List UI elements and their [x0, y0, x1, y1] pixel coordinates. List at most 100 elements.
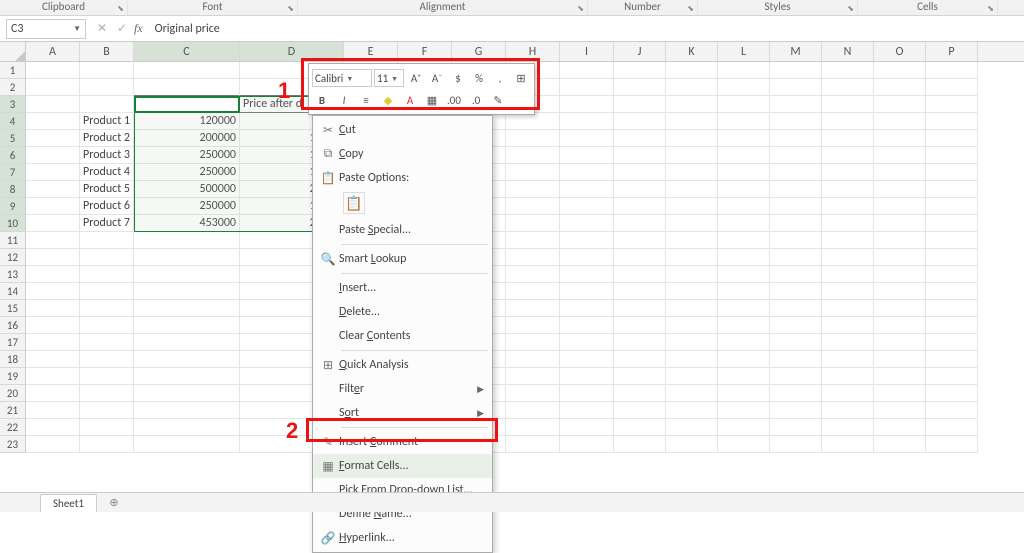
row-header[interactable]: 6	[0, 147, 25, 164]
cell[interactable]	[506, 300, 560, 317]
cell[interactable]	[822, 232, 874, 249]
cell[interactable]	[134, 334, 240, 351]
cell[interactable]: Product 6	[80, 198, 134, 215]
increase-decimal-button[interactable]: .00	[444, 90, 464, 110]
cell[interactable]	[26, 351, 80, 368]
add-sheet-button[interactable]: ⊕	[103, 496, 125, 509]
cell[interactable]	[770, 351, 822, 368]
cell[interactable]	[134, 300, 240, 317]
cell[interactable]	[770, 317, 822, 334]
cell[interactable]	[134, 283, 240, 300]
col-header-C[interactable]: C	[134, 42, 240, 61]
cell[interactable]	[770, 283, 822, 300]
mini-toolbar-btn[interactable]: A⁺	[406, 68, 426, 88]
row-header[interactable]: 18	[0, 351, 25, 368]
cell[interactable]	[80, 317, 134, 334]
cell[interactable]	[822, 96, 874, 113]
cell[interactable]	[666, 317, 718, 334]
cell[interactable]	[560, 317, 614, 334]
cell[interactable]	[718, 215, 770, 232]
cell[interactable]	[822, 436, 874, 453]
cell[interactable]	[874, 198, 926, 215]
mini-toolbar-btn[interactable]: %	[469, 68, 489, 88]
cell[interactable]	[822, 249, 874, 266]
cell[interactable]	[560, 62, 614, 79]
cell[interactable]	[926, 419, 978, 436]
cell[interactable]	[770, 215, 822, 232]
cell[interactable]	[822, 164, 874, 181]
cell[interactable]	[614, 215, 666, 232]
cell[interactable]	[770, 232, 822, 249]
cell[interactable]: Original price	[134, 96, 240, 113]
cell[interactable]	[560, 96, 614, 113]
cell[interactable]	[666, 266, 718, 283]
cell[interactable]: Product 7	[80, 215, 134, 232]
cell[interactable]	[134, 351, 240, 368]
cell[interactable]	[506, 368, 560, 385]
cell[interactable]	[80, 436, 134, 453]
cell[interactable]	[560, 249, 614, 266]
cell[interactable]	[926, 147, 978, 164]
cell[interactable]	[614, 181, 666, 198]
cell[interactable]	[874, 385, 926, 402]
cell[interactable]	[26, 266, 80, 283]
cell[interactable]	[80, 62, 134, 79]
cell[interactable]	[506, 147, 560, 164]
menu-item-insert[interactable]: Insert...	[313, 276, 492, 300]
cell[interactable]	[560, 215, 614, 232]
cell[interactable]	[666, 130, 718, 147]
cell[interactable]	[874, 147, 926, 164]
cell[interactable]	[560, 113, 614, 130]
cell[interactable]	[80, 368, 134, 385]
cell[interactable]	[26, 79, 80, 96]
cell[interactable]	[874, 232, 926, 249]
cell[interactable]	[560, 130, 614, 147]
cell[interactable]	[134, 266, 240, 283]
menu-item-cut[interactable]: ✂Cut	[313, 118, 492, 142]
cell[interactable]	[560, 283, 614, 300]
cell[interactable]	[874, 419, 926, 436]
cell[interactable]	[26, 283, 80, 300]
cell[interactable]	[614, 419, 666, 436]
col-header-M[interactable]: M	[770, 42, 822, 61]
cell[interactable]	[874, 368, 926, 385]
cell[interactable]	[614, 198, 666, 215]
cell[interactable]	[506, 334, 560, 351]
menu-item-clear-contents[interactable]: Clear Contents	[313, 324, 492, 348]
cell[interactable]	[134, 79, 240, 96]
cell[interactable]: 453000	[134, 215, 240, 232]
cell[interactable]	[560, 79, 614, 96]
cell[interactable]	[718, 368, 770, 385]
cell[interactable]	[560, 351, 614, 368]
cell[interactable]	[666, 283, 718, 300]
cell[interactable]	[718, 147, 770, 164]
cell[interactable]	[666, 300, 718, 317]
cell[interactable]	[666, 96, 718, 113]
italic-button[interactable]: I	[334, 90, 354, 110]
col-header-L[interactable]: L	[718, 42, 770, 61]
cell[interactable]	[874, 351, 926, 368]
cell[interactable]	[718, 79, 770, 96]
cell[interactable]	[614, 79, 666, 96]
cell[interactable]	[718, 181, 770, 198]
cell[interactable]	[134, 419, 240, 436]
cell[interactable]	[560, 419, 614, 436]
menu-item-hyperlink[interactable]: 🔗Hyperlink...	[313, 526, 492, 550]
row-header[interactable]: 5	[0, 130, 25, 147]
cell[interactable]: 250000	[134, 198, 240, 215]
cell[interactable]	[666, 164, 718, 181]
cell[interactable]	[770, 402, 822, 419]
cell[interactable]	[80, 232, 134, 249]
cell[interactable]	[614, 164, 666, 181]
cancel-formula-icon[interactable]: ✕	[92, 21, 112, 36]
cell[interactable]	[614, 266, 666, 283]
cell[interactable]	[506, 402, 560, 419]
cell[interactable]	[560, 368, 614, 385]
cell[interactable]	[770, 79, 822, 96]
cell[interactable]: 200000	[134, 130, 240, 147]
cell[interactable]	[666, 79, 718, 96]
cell[interactable]	[718, 283, 770, 300]
cell[interactable]	[666, 181, 718, 198]
cell[interactable]	[134, 385, 240, 402]
cell[interactable]	[26, 385, 80, 402]
